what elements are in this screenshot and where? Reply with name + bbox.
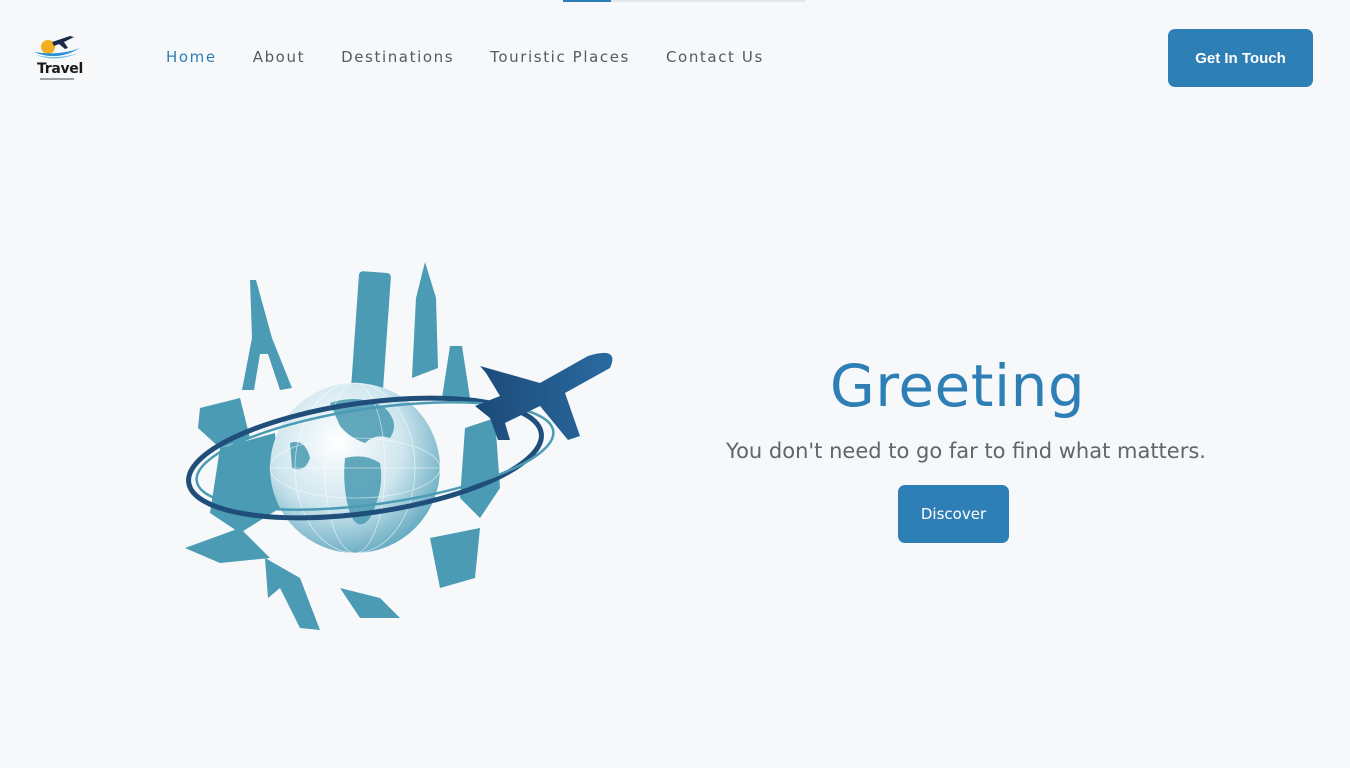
- nav-item-destinations[interactable]: Destinations: [341, 48, 454, 66]
- globe-landmarks-airplane-illustration: [185, 262, 613, 630]
- scroll-progress-fill: [563, 0, 612, 2]
- nav-item-home[interactable]: Home: [166, 48, 217, 66]
- discover-button[interactable]: Discover: [898, 485, 1009, 543]
- main-nav: Home About Destinations Touristic Places…: [166, 48, 800, 66]
- logo-text: Travel: [37, 61, 83, 77]
- page: Travel Home About Destinations Touristic…: [0, 0, 1350, 768]
- get-in-touch-button[interactable]: Get In Touch: [1168, 29, 1313, 87]
- nav-item-about[interactable]: About: [253, 48, 305, 66]
- plane-sun-logo-icon: [34, 36, 80, 59]
- nav-item-contact-us[interactable]: Contact Us: [666, 48, 764, 66]
- scroll-progress-bar: [563, 0, 805, 2]
- hero-title: Greeting: [829, 352, 1086, 420]
- logo-tagline: [40, 78, 74, 80]
- hero-subtitle: You don't need to go far to find what ma…: [726, 439, 1206, 463]
- brand-logo[interactable]: Travel: [30, 32, 84, 82]
- nav-item-touristic-places[interactable]: Touristic Places: [490, 48, 630, 66]
